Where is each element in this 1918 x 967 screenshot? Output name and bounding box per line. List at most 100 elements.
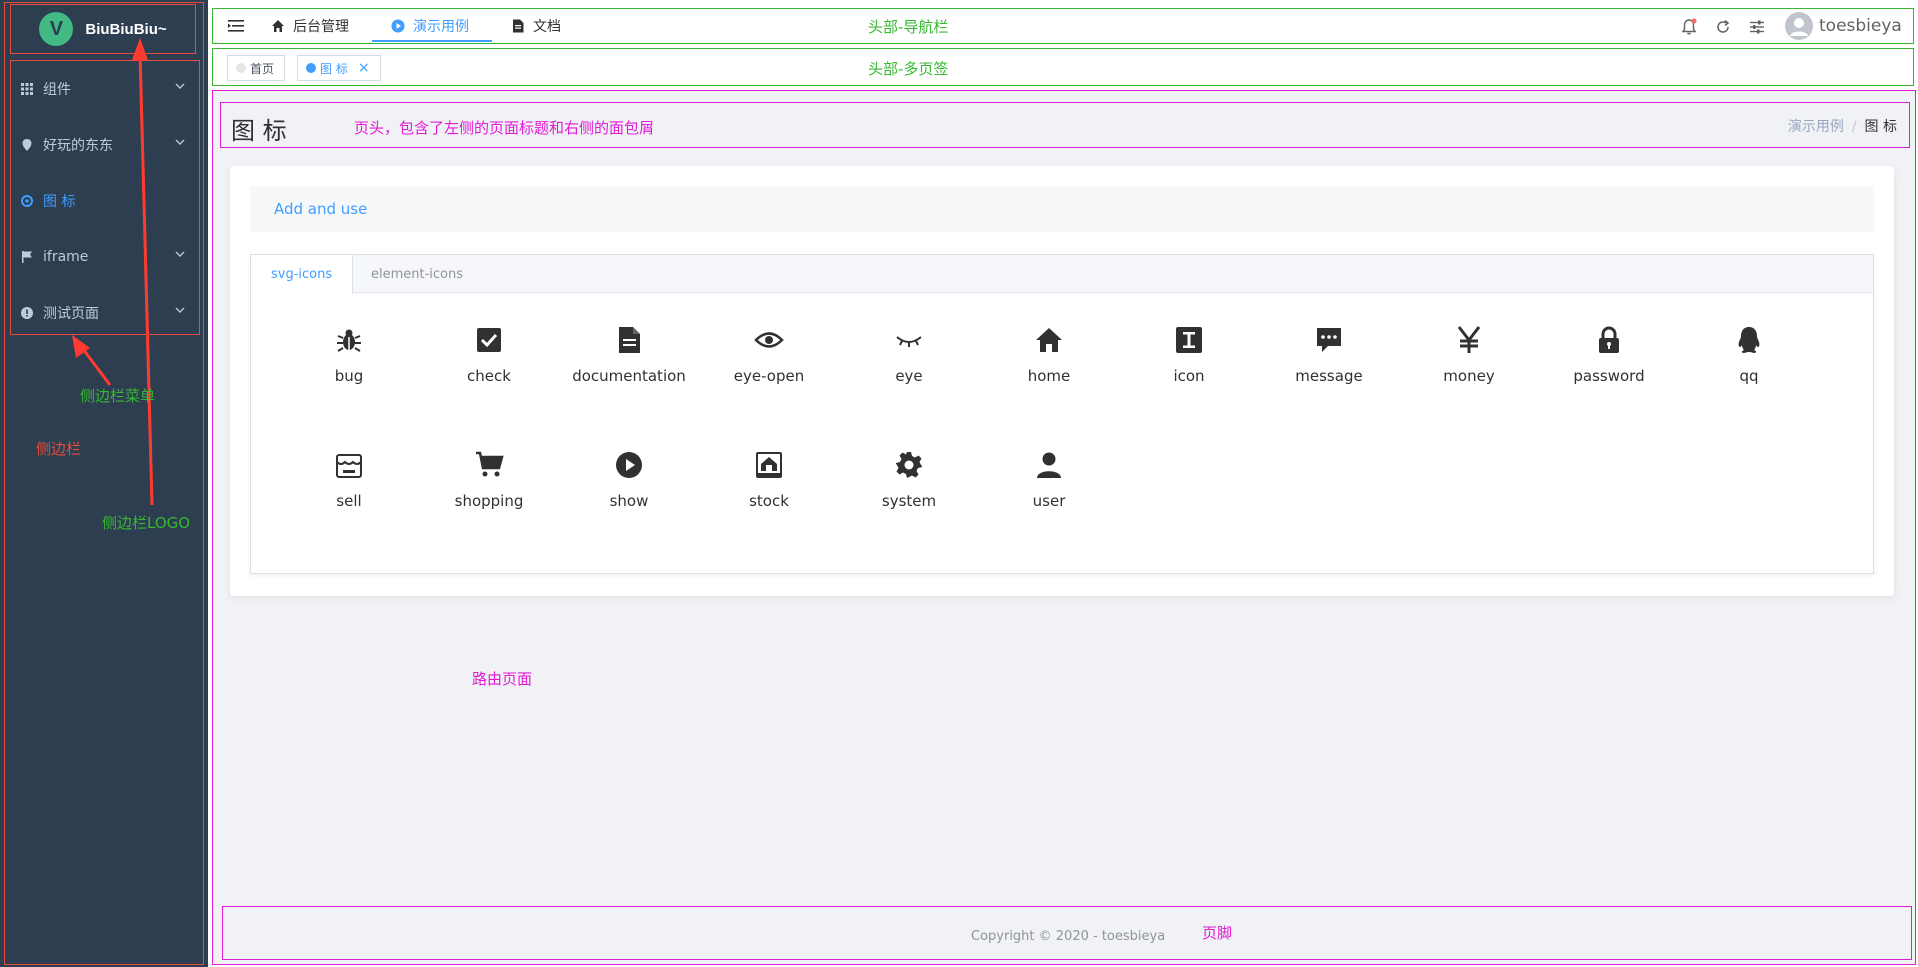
logo-title: BiuBiuBiu~ (85, 20, 167, 38)
icon-item-money[interactable]: money (1399, 325, 1539, 415)
sidebar-item-label: iframe (43, 249, 89, 265)
tag-dot (236, 63, 246, 73)
text-cursor-icon (1176, 327, 1202, 353)
icon-item-check[interactable]: check (419, 325, 559, 415)
icon-label: message (1295, 367, 1363, 385)
icon-label: check (467, 367, 511, 385)
icon-item-sell[interactable]: sell (279, 450, 419, 540)
bug-icon (337, 329, 361, 352)
icon-item-stock[interactable]: stock (699, 450, 839, 540)
nav-item-label: 后台管理 (293, 19, 349, 35)
nav-item-label: 演示用例 (413, 19, 469, 35)
location-icon (21, 139, 33, 151)
settings-sliders-icon[interactable] (1747, 17, 1767, 37)
footer: Copyright © 2020 - toesbieya (222, 906, 1912, 960)
hamburger-icon[interactable] (227, 17, 245, 35)
icon-label: password (1573, 367, 1645, 385)
gear-icon (896, 452, 922, 478)
annotation-sidebar-menu: 侧边栏菜单 (80, 387, 156, 405)
avatar[interactable] (1785, 12, 1813, 40)
icons-card: Add and use svg-icons element-icons bug … (230, 166, 1894, 596)
icon-label: eye (895, 367, 923, 385)
icon-item-show[interactable]: show (559, 450, 699, 540)
username[interactable]: toesbieya (1819, 16, 1902, 36)
sidebar-item-icons[interactable]: 图 标 (11, 173, 199, 229)
icon-label: sell (336, 492, 362, 510)
breadcrumb-item[interactable]: 演示用例 (1788, 119, 1844, 135)
home-icon (272, 20, 284, 32)
nav-item-admin[interactable]: 后台管理 (271, 9, 349, 43)
icon-item-documentation[interactable]: documentation (559, 325, 699, 415)
sidebar-item-label: 组件 (43, 82, 71, 98)
icon-item-user[interactable]: user (979, 450, 1119, 540)
icon-item-system[interactable]: system (839, 450, 979, 540)
play-circle-icon (616, 452, 642, 478)
icon-item-shopping[interactable]: shopping (419, 450, 559, 540)
chrome-icon (21, 195, 33, 207)
icon-label: shopping (454, 492, 524, 510)
annotation-footer: 页脚 (1202, 924, 1233, 942)
icon-label: home (1027, 367, 1071, 385)
nav-item-docs[interactable]: 文档 (511, 9, 561, 43)
icon-item-eye-open[interactable]: eye-open (699, 325, 839, 415)
icon-label: money (1443, 367, 1495, 385)
nav-item-demo[interactable]: 演示用例 (391, 9, 469, 43)
tag-home[interactable]: 首页 (227, 55, 286, 81)
play-circle-icon (391, 19, 405, 33)
sidebar-menu: 组件 好玩的东东 图 标 iframe 测试页面 (10, 60, 200, 335)
sidebar-item-fun[interactable]: 好玩的东东 (11, 117, 199, 173)
page-title: 图 标 (231, 117, 287, 145)
chevron-down-icon (175, 307, 185, 313)
icon-item-icon[interactable]: icon (1119, 325, 1259, 415)
card-header: Add and use (250, 186, 1874, 232)
yen-icon (1457, 326, 1481, 353)
annotation-header-nav: 头部-导航栏 (868, 18, 949, 36)
sidebar-item-label: 测试页面 (43, 306, 99, 322)
icon-item-qq[interactable]: qq (1679, 325, 1819, 415)
documentation-icon (619, 327, 640, 353)
document-icon (513, 19, 524, 33)
stock-icon (756, 452, 782, 478)
annotation-header-tags: 头部-多页签 (868, 60, 949, 78)
app-root: V BiuBiuBiu~ 组件 好玩的东东 图 标 iframe 测试页面 侧边… (0, 0, 1918, 967)
eye-closed-icon (896, 336, 922, 347)
sidebar-item-test-page[interactable]: 测试页面 (11, 285, 199, 341)
tab-element-icons[interactable]: element-icons (351, 255, 483, 293)
tab-svg-icons[interactable]: svg-icons (251, 255, 354, 294)
eye-open-icon (754, 332, 784, 348)
icon-item-message[interactable]: message (1259, 325, 1399, 415)
tabs-header: svg-icons element-icons (251, 255, 1873, 294)
icon-item-password[interactable]: password (1539, 325, 1679, 415)
icon-item-eye[interactable]: eye (839, 325, 979, 415)
sidebar-logo[interactable]: V BiuBiuBiu~ (10, 4, 196, 54)
lock-icon (1599, 326, 1619, 353)
icon-label: system (881, 492, 937, 510)
annotation-route-page: 路由页面 (472, 670, 533, 688)
flag-icon (21, 251, 33, 263)
breadcrumb-item-current: 图 标 (1864, 119, 1897, 135)
sidebar-item-iframe[interactable]: iframe (11, 229, 199, 285)
icon-item-bug[interactable]: bug (279, 325, 419, 415)
breadcrumb-separator: / (1851, 119, 1857, 135)
sidebar-item-components[interactable]: 组件 (11, 61, 199, 117)
refresh-icon[interactable] (1713, 17, 1733, 37)
tag-icons[interactable]: 图 标 × (297, 55, 381, 81)
sidebar-item-label: 好玩的东东 (43, 138, 113, 154)
close-icon[interactable]: × (358, 60, 370, 76)
tag-dot (306, 63, 316, 73)
bell-icon[interactable] (1679, 17, 1699, 37)
sell-icon (336, 454, 362, 478)
nav-active-indicator (372, 40, 492, 42)
nav-item-label: 文档 (533, 19, 561, 35)
tag-label: 图 标 (320, 61, 348, 76)
icon-item-home[interactable]: home (979, 325, 1119, 415)
info-icon (21, 307, 33, 319)
tags-view: 首页 图 标 × (212, 48, 1914, 86)
shopping-cart-icon (476, 451, 504, 477)
check-icon (477, 328, 501, 352)
chevron-down-icon (175, 139, 185, 145)
user-icon (1037, 452, 1061, 478)
annotation-sidebar-logo: 侧边栏LOGO (102, 514, 191, 532)
annotation-sidebar: 侧边栏 (36, 440, 82, 458)
breadcrumb: 演示用例 / 图 标 (1788, 116, 1897, 136)
